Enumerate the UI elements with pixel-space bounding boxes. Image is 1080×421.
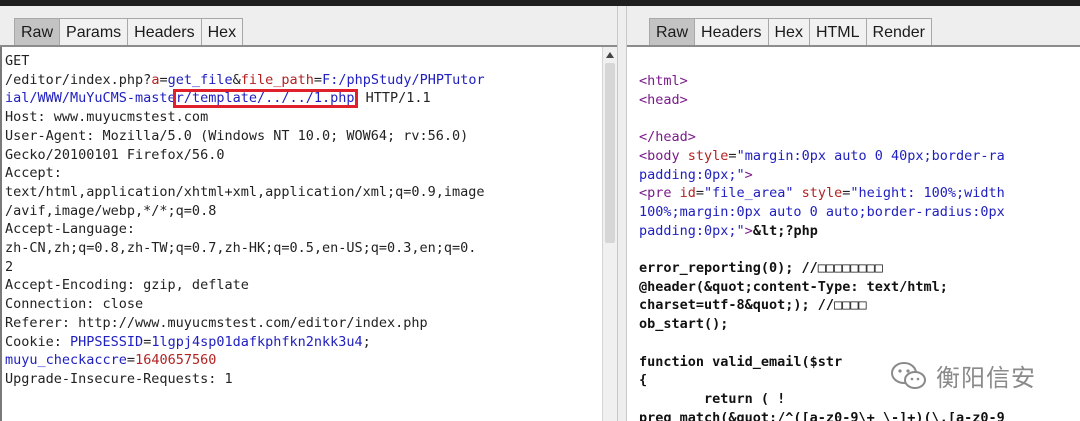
response-line: padding:0px;">&lt;?php: [639, 222, 818, 239]
watermark: 衡阳信安: [890, 358, 1036, 393]
response-line: ob_start();: [639, 316, 729, 333]
response-line: padding:0px;">: [639, 166, 753, 183]
request-line: zh-CN,zh;q=0.8,zh-TW;q=0.7,zh-HK;q=0.5,e…: [5, 240, 477, 257]
watermark-text: 衡阳信安: [936, 364, 1036, 392]
response-line: {: [639, 372, 648, 389]
request-line: Cookie: PHPSESSID=1lgpj4sp01dafkphfkn2nk…: [5, 333, 371, 350]
response-line: return ( !: [639, 390, 786, 407]
response-line: <pre id="file_area" style="height: 100%;…: [639, 185, 1005, 202]
request-line: GET: [5, 53, 30, 69]
request-line: /editor/index.php?a=get_file&file_path=F…: [5, 71, 485, 88]
response-line: 100%;margin:0px auto 0 auto;border-radiu…: [639, 203, 1005, 220]
wechat-icon: [891, 361, 926, 389]
request-editor[interactable]: GET /editor/index.php?a=get_file&file_pa…: [0, 47, 617, 421]
request-line: /avif,image/webp,*/*;q=0.8: [5, 202, 217, 219]
request-scrollbar[interactable]: [602, 47, 617, 421]
response-line: @header(&quot;content-Type: text/html;: [639, 278, 948, 295]
request-text[interactable]: GET /editor/index.php?a=get_file&file_pa…: [5, 52, 485, 389]
response-tab-html[interactable]: HTML: [808, 18, 867, 45]
highlighted-path-traversal: r/template/../../1.php: [172, 89, 358, 109]
response-line: preg_match(&quot;/^([a-z0-9\+_\-]+)(\.[a…: [639, 409, 1005, 421]
response-line: <head>: [639, 91, 688, 108]
response-tab-hex[interactable]: Hex: [767, 18, 810, 45]
response-line: charset=utf-8&quot;); //□□□□: [639, 297, 867, 314]
request-line: User-Agent: Mozilla/5.0 (Windows NT 10.0…: [5, 127, 469, 144]
request-line: muyu_checkaccre=1640657560: [5, 352, 217, 369]
request-line: Accept-Language:: [5, 221, 136, 238]
response-tabbar: Raw Headers Hex HTML Render: [627, 6, 1080, 47]
request-line: Accept:: [5, 165, 62, 182]
request-line: Upgrade-Insecure-Requests: 1: [5, 370, 233, 387]
scroll-thumb[interactable]: [605, 63, 615, 243]
split-pane-divider[interactable]: [617, 6, 627, 421]
request-tab-hex[interactable]: Hex: [200, 18, 244, 45]
request-tab-params[interactable]: Params: [59, 18, 129, 45]
response-tab-raw[interactable]: Raw: [649, 18, 696, 45]
request-tab-headers[interactable]: Headers: [127, 18, 202, 45]
response-line: function valid_email($str: [639, 353, 843, 370]
scroll-up-arrow-icon[interactable]: [606, 52, 614, 58]
response-tab-render[interactable]: Render: [865, 18, 932, 45]
request-line: Accept-Encoding: gzip, deflate: [5, 277, 249, 294]
response-tab-headers[interactable]: Headers: [694, 18, 769, 45]
request-line: Referer: http://www.muyucmstest.com/edit…: [5, 314, 428, 331]
request-tab-raw[interactable]: Raw: [14, 18, 61, 45]
response-line: </head>: [639, 129, 696, 146]
request-line: ial/WWW/MuYuCMS-master/template/../../1.…: [5, 89, 431, 109]
request-tabbar: Raw Params Headers Hex: [0, 6, 617, 47]
response-line: error_reporting(0); //□□□□□□□□: [639, 260, 883, 277]
request-line: Host: www.muyucmstest.com: [5, 109, 209, 126]
request-line: Connection: close: [5, 296, 144, 313]
request-line: Gecko/20100101 Firefox/56.0: [5, 146, 225, 163]
response-line: <html>: [639, 73, 688, 89]
request-line: 2: [5, 258, 14, 275]
response-line: <body style="margin:0px auto 0 40px;bord…: [639, 147, 1005, 164]
request-line: text/html,application/xhtml+xml,applicat…: [5, 183, 485, 200]
request-panel: Raw Params Headers Hex GET /editor/index…: [0, 6, 617, 421]
